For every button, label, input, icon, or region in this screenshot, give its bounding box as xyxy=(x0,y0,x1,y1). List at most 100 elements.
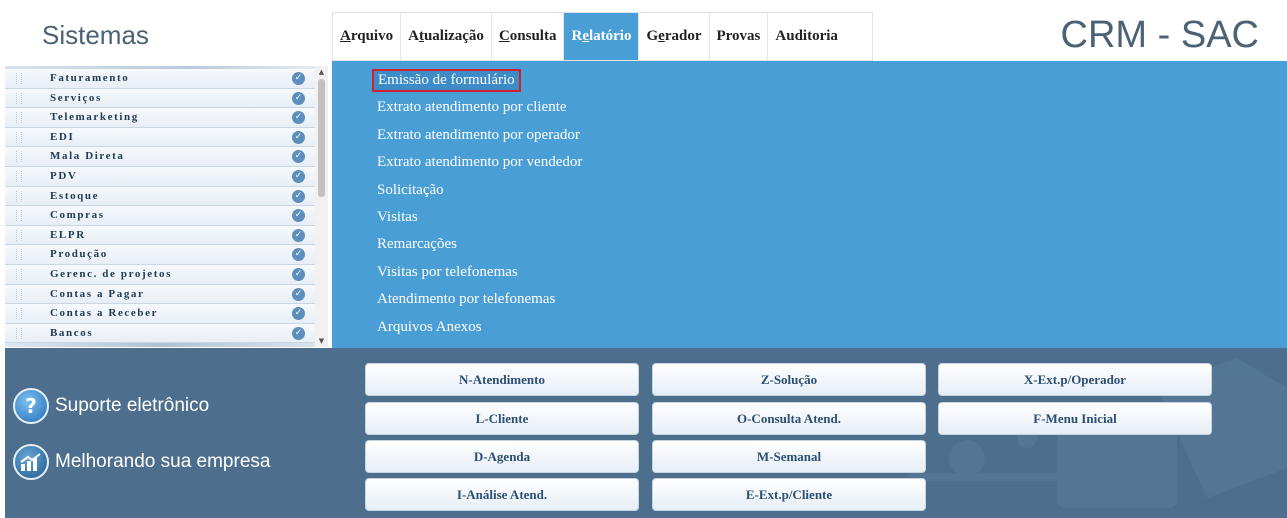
dropdown-item[interactable]: Remarcações xyxy=(377,236,457,253)
e-ext-cliente-button[interactable]: E-Ext.p/Cliente xyxy=(652,478,926,511)
sidebar-bottom-divider xyxy=(5,343,315,347)
check-icon: ✓ xyxy=(292,111,305,125)
dropdown-item[interactable]: Extrato atendimento por operador xyxy=(377,127,580,144)
modules-sidebar: Faturamento ✓ Serviços ✓ Telemarketing ✓ EDI ✓ M… xyxy=(5,66,328,347)
sidebar-item-label: PDV xyxy=(50,169,78,182)
sidebar-item[interactable]: Contas a Pagar ✓ xyxy=(5,284,315,305)
sidebar-item[interactable]: Contas a Receber ✓ xyxy=(5,304,315,324)
dropdown-item[interactable]: Solicitação xyxy=(377,182,444,199)
drag-handle-icon xyxy=(16,249,22,261)
menu-gerador[interactable]: Ge rador xyxy=(639,13,710,60)
x-ext-operador-button[interactable]: X-Ext.p/Operador xyxy=(938,363,1212,396)
drag-handle-icon xyxy=(16,131,22,143)
sidebar-item-label: EDI xyxy=(50,130,75,143)
improve-business-link[interactable]: Melhorando sua empresa xyxy=(13,444,270,480)
check-icon: ✓ xyxy=(292,150,305,164)
sidebar-item-label: ELPR xyxy=(50,228,86,241)
dropdown-item[interactable]: Extrato atendimento por cliente xyxy=(377,99,567,116)
check-icon: ✓ xyxy=(292,248,305,262)
sidebar-item-label: Telemarketing xyxy=(50,111,139,124)
drag-handle-icon xyxy=(16,327,22,339)
check-icon: ✓ xyxy=(292,267,305,281)
l-cliente-button[interactable]: L-Cliente xyxy=(365,402,639,435)
dropdown-item[interactable]: Emissão de formulário xyxy=(372,69,521,92)
n-atendimento-button[interactable]: N-Atendimento xyxy=(365,363,639,396)
main-menubar: Arquivo At ualização Consulta Re latório G… xyxy=(332,12,873,61)
modules-list: Faturamento ✓ Serviços ✓ Telemarketing ✓ EDI ✓ M… xyxy=(5,69,315,344)
sidebar-item[interactable]: Mala Direta ✓ xyxy=(5,147,315,167)
support-link[interactable]: ? Suporte eletrônico xyxy=(13,388,209,424)
menu-consulta[interactable]: Consulta xyxy=(492,13,565,60)
drag-handle-icon xyxy=(16,170,22,182)
growth-chart-icon xyxy=(13,444,49,480)
check-icon: ✓ xyxy=(292,228,305,242)
drag-handle-icon xyxy=(16,190,22,202)
dropdown-item[interactable]: Atendimento por telefonemas xyxy=(377,291,555,308)
drag-handle-icon xyxy=(16,151,22,163)
sidebar-item-label: Contas a Receber xyxy=(50,307,159,320)
brand-title: CRM - SAC xyxy=(1060,14,1259,56)
check-icon: ✓ xyxy=(292,91,305,105)
drag-handle-icon xyxy=(16,112,22,124)
sidebar-item-label: Contas a Pagar xyxy=(50,287,145,300)
check-icon: ✓ xyxy=(292,130,305,144)
drag-handle-icon xyxy=(16,268,22,280)
sidebar-item-label: Compras xyxy=(50,209,105,222)
d-agenda-button[interactable]: D-Agenda xyxy=(365,440,639,473)
scroll-thumb[interactable] xyxy=(318,79,325,197)
help-icon: ? xyxy=(13,388,49,424)
f-menu-inicial-button[interactable]: F-Menu Inicial xyxy=(938,402,1212,435)
menu-arquivo[interactable]: Arquivo xyxy=(333,13,402,60)
check-icon: ✓ xyxy=(292,209,305,223)
drag-handle-icon xyxy=(16,308,22,320)
drag-handle-icon xyxy=(16,210,22,222)
sidebar-item-label: Serviços xyxy=(50,91,102,104)
z-solucao-button[interactable]: Z-Solução xyxy=(652,363,926,396)
menu-provas[interactable]: Provas xyxy=(710,13,769,60)
menu-relatorio[interactable]: Re latório xyxy=(564,13,640,60)
sidebar-item[interactable]: Bancos ✓ xyxy=(5,323,315,344)
sidebar-item[interactable]: Serviços ✓ xyxy=(5,88,315,109)
sidebar-item[interactable]: Compras ✓ xyxy=(5,206,315,226)
scroll-up-arrow-icon[interactable]: ▲ xyxy=(315,66,328,78)
support-label: Suporte eletrônico xyxy=(55,395,210,416)
m-semanal-button[interactable]: M-Semanal xyxy=(652,440,926,473)
menu-auditoria[interactable]: Auditoria xyxy=(768,13,845,60)
check-icon: ✓ xyxy=(292,72,305,85)
dropdown-item[interactable]: Extrato atendimento por vendedor xyxy=(377,154,582,171)
dropdown-item[interactable]: Arquivos Anexos xyxy=(377,319,482,336)
check-icon: ✓ xyxy=(292,307,305,321)
check-icon: ✓ xyxy=(292,169,305,183)
drag-handle-icon xyxy=(16,92,22,104)
bottom-panel: ? Suporte eletrônico Melhorando sua empr… xyxy=(5,348,1287,518)
drag-handle-icon xyxy=(16,229,22,241)
app-title: Sistemas xyxy=(42,20,149,50)
check-icon: ✓ xyxy=(292,326,305,340)
sidebar-item-label: Produção xyxy=(50,248,108,261)
sidebar-item-label: Faturamento xyxy=(50,72,130,84)
o-consulta-button[interactable]: O-Consulta Atend. xyxy=(652,402,926,435)
dropdown-item[interactable]: Visitas por telefonemas xyxy=(377,264,518,281)
check-icon: ✓ xyxy=(292,287,305,301)
sidebar-item-label: Estoque xyxy=(50,189,100,202)
sidebar-item[interactable]: Produção ✓ xyxy=(5,245,315,265)
sidebar-item[interactable]: PDV ✓ xyxy=(5,166,315,187)
sidebar-item[interactable]: ELPR ✓ xyxy=(5,225,315,246)
i-analise-button[interactable]: I-Análise Atend. xyxy=(365,478,639,511)
sidebar-item[interactable]: Gerenc. de projetos ✓ xyxy=(5,264,315,285)
scroll-down-arrow-icon[interactable]: ▼ xyxy=(315,335,328,347)
check-icon: ✓ xyxy=(292,189,305,203)
drag-handle-icon xyxy=(16,73,22,84)
sidebar-item-label: Mala Direta xyxy=(50,150,125,163)
sidebar-item-label: Gerenc. de projetos xyxy=(50,267,172,280)
dropdown-item[interactable]: Visitas xyxy=(377,209,418,226)
sidebar-item[interactable]: Faturamento ✓ xyxy=(5,69,315,89)
menu-atualizacao[interactable]: At ualização xyxy=(401,13,492,60)
sidebar-item[interactable]: EDI ✓ xyxy=(5,127,315,148)
relatorio-dropdown: Emissão de formulário Extrato atendimento… xyxy=(332,61,1287,348)
sidebar-scrollbar[interactable]: ▲ ▼ xyxy=(315,66,328,347)
sidebar-item[interactable]: Estoque ✓ xyxy=(5,186,315,207)
drag-handle-icon xyxy=(16,288,22,300)
sidebar-item-label: Bancos xyxy=(50,326,94,339)
sidebar-item[interactable]: Telemarketing ✓ xyxy=(5,108,315,128)
